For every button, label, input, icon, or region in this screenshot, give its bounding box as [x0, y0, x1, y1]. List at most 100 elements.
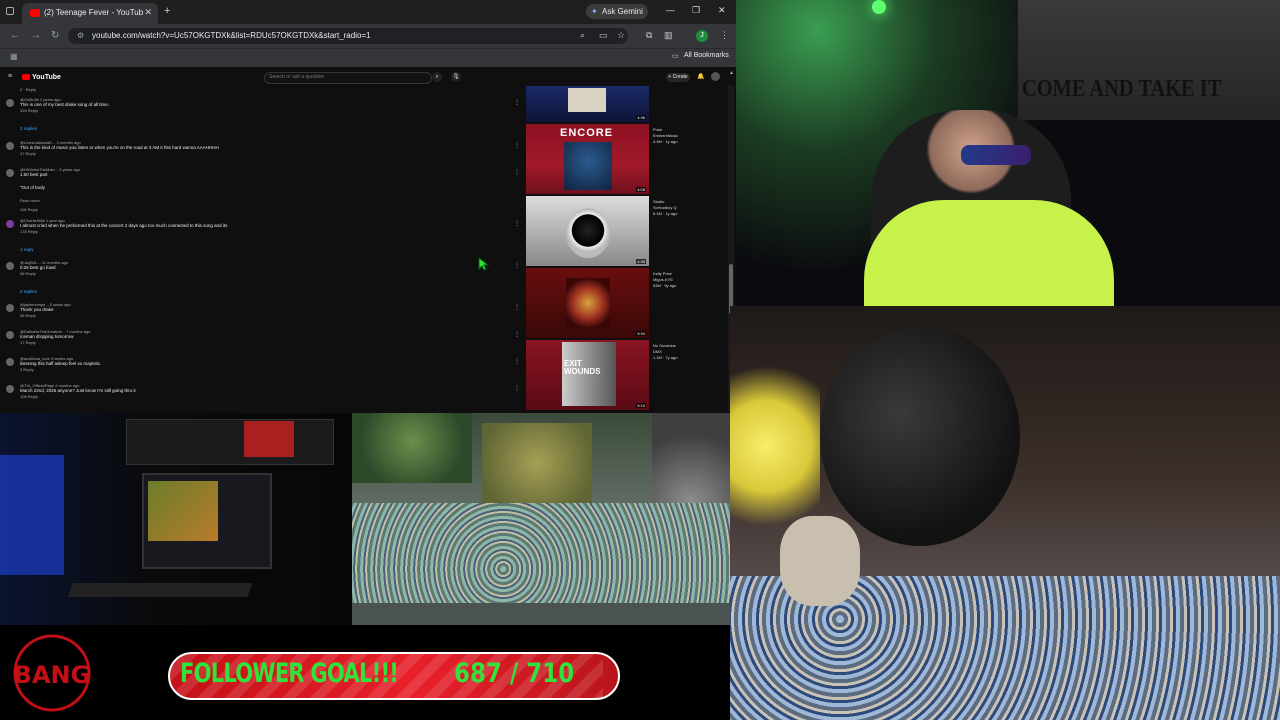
read-more-link[interactable]: Read more: [20, 198, 40, 203]
tab-active[interactable]: (2) Teenage Fever - YouTub ✕: [22, 3, 158, 24]
comment-meta[interactable]: 328 Reply: [20, 108, 38, 113]
tab-title: (2) Teenage Fever - YouTub: [44, 8, 144, 17]
comment-meta[interactable]: 3 Reply: [20, 367, 34, 372]
replies-toggle[interactable]: 1 reply: [20, 247, 34, 252]
aquarium-feed-main: [730, 306, 1280, 720]
reload-icon[interactable]: ↻: [51, 30, 59, 41]
playlist-item-info: Puke EminemMusic 4.4M · 1y ago: [653, 127, 678, 145]
avatar[interactable]: [6, 358, 14, 366]
comment-menu-icon[interactable]: ⋮: [514, 99, 520, 106]
site-info-icon[interactable]: ⚙: [77, 31, 84, 40]
album-art: [566, 208, 610, 258]
avatar[interactable]: [6, 262, 14, 270]
comment-body: I almost cried when he preformed this at…: [20, 223, 228, 228]
cast-icon[interactable]: ▭: [599, 30, 608, 41]
close-tab-icon[interactable]: ✕: [144, 7, 152, 18]
desk-cam-feed: [0, 413, 352, 625]
playlist-item[interactable]: EXIT WOUNDS 5:10 No Sunshine DMX 1.1M · …: [526, 340, 677, 410]
comment-body: This is the kind of music you listen to …: [20, 145, 219, 150]
ask-gemini-button[interactable]: ✦ Ask Gemini: [586, 4, 648, 19]
playlist-item[interactable]: ENCORE 4:08 Puke EminemMusic 4.4M · 1y a…: [526, 124, 678, 194]
sunglasses: [961, 145, 1031, 165]
forward-icon[interactable]: →: [31, 30, 41, 41]
youtube-favicon-icon: [30, 9, 40, 17]
comment-menu-icon[interactable]: ⋮: [514, 304, 520, 311]
replies-toggle[interactable]: 2 replies: [20, 289, 37, 294]
avatar[interactable]: [6, 169, 14, 177]
youtube-avatar[interactable]: [711, 72, 720, 81]
notifications-icon[interactable]: 🔔: [697, 73, 704, 80]
minimize-icon[interactable]: —: [666, 5, 675, 15]
comment-meta[interactable]: 47 Reply: [20, 151, 36, 156]
view-count: 4.4M · 1y ago: [653, 139, 678, 144]
playlist-item[interactable]: 5:34 Kelly Price Migos-KYE 53M · 9y ago: [526, 268, 676, 338]
playlist-item[interactable]: 4:36: [526, 86, 649, 122]
avatar[interactable]: [6, 99, 14, 107]
comment-menu-icon[interactable]: ⋮: [514, 220, 520, 227]
youtube-logo-text[interactable]: YouTube: [32, 74, 61, 81]
thumbnail: [526, 196, 649, 266]
avatar[interactable]: [6, 385, 14, 393]
comment: @jaylemcmpe... 2 years ago Thank you dra…: [6, 302, 520, 324]
bookmark-star-icon[interactable]: ☆: [617, 30, 625, 41]
flag-text: COME AND TAKE IT: [1022, 76, 1222, 102]
scroll-up-icon[interactable]: ▲: [729, 70, 734, 76]
comment-meta[interactable]: 108 Reply: [20, 394, 38, 399]
comment-meta[interactable]: 36 Reply: [20, 313, 36, 318]
close-window-icon[interactable]: ✕: [718, 5, 726, 16]
profile-avatar[interactable]: J: [696, 30, 708, 42]
url-text[interactable]: youtube.com/watch?v=Uc57OKGTDXk&list=RDU…: [92, 31, 371, 40]
comment-meta: 2 · Reply: [20, 87, 37, 92]
thumbnail: [526, 268, 649, 338]
fish: [820, 326, 1020, 546]
apps-icon[interactable]: ▦: [10, 52, 18, 61]
browser-menu-icon[interactable]: ⋮: [720, 30, 729, 41]
ask-gemini-label: Ask Gemini: [602, 7, 643, 16]
monitor-content: [148, 481, 218, 541]
back-icon[interactable]: ←: [10, 30, 20, 41]
comment-menu-icon[interactable]: ⋮: [514, 142, 520, 149]
comment-body-line: "Out of body: [20, 185, 45, 190]
playlist-item[interactable]: 4:35 Studio ScHoolboy Q 8.1M · 1y ago: [526, 196, 677, 266]
search-icon[interactable]: ⌕: [432, 72, 442, 82]
comment: @anaflowa_look 3 weeks ago listening thi…: [6, 356, 520, 378]
new-tab-icon[interactable]: +: [164, 5, 170, 17]
extensions-icon[interactable]: ⧉: [646, 30, 652, 41]
all-bookmarks-link[interactable]: All Bookmarks: [684, 52, 729, 59]
comment-body: March 22nd, 2026 anyone? Just know I'm s…: [20, 388, 136, 393]
comment-menu-icon[interactable]: ⋮: [514, 385, 520, 392]
album-title-art: EXIT WOUNDS: [564, 359, 601, 376]
playlist-item-info: No Sunshine DMX 1.1M · 7y ago: [653, 343, 677, 361]
comment-body: Iceman dropping tomorrow: [20, 334, 74, 339]
hamburger-menu-icon[interactable]: ≡: [8, 73, 12, 80]
comment-menu-icon[interactable]: ⋮: [514, 331, 520, 338]
youtube-logo-icon[interactable]: [22, 74, 30, 80]
comment-meta[interactable]: 17 Reply: [20, 340, 36, 345]
avatar[interactable]: [6, 304, 14, 312]
comment-menu-icon[interactable]: ⋮: [514, 358, 520, 365]
replies-toggle[interactable]: 2 replies: [20, 126, 37, 131]
sidepanel-icon[interactable]: ▥: [664, 30, 673, 41]
avatar[interactable]: [6, 331, 14, 339]
comment-meta[interactable]: 178 Reply: [20, 229, 38, 234]
zoom-icon[interactable]: ⌕: [580, 30, 585, 41]
avatar[interactable]: [6, 220, 14, 228]
microphone-icon[interactable]: 🎙: [451, 72, 461, 82]
comment: @Ow5u9k 2 years ago This is one of my be…: [6, 97, 520, 119]
album-art: [564, 142, 612, 190]
gravel: [352, 503, 730, 613]
avatar[interactable]: [6, 142, 14, 150]
youtube-search-input[interactable]: Search or ask a question: [264, 72, 432, 84]
comment-meta[interactable]: 116 Reply: [20, 207, 38, 212]
streamer-shirt: [864, 200, 1114, 306]
view-count: 1.1M · 7y ago: [653, 355, 678, 360]
view-count: 8.1M · 1y ago: [653, 211, 678, 216]
tab-search-icon[interactable]: [6, 7, 14, 15]
maximize-icon[interactable]: ❐: [692, 5, 700, 16]
comment-menu-icon[interactable]: ⋮: [514, 262, 520, 269]
search-placeholder: Search or ask a question: [269, 74, 325, 80]
comment-menu-icon[interactable]: ⋮: [514, 169, 520, 176]
duration-badge: 4:36: [636, 115, 646, 120]
comment-meta[interactable]: 56 Reply: [20, 271, 36, 276]
create-button[interactable]: + Create: [666, 73, 690, 82]
